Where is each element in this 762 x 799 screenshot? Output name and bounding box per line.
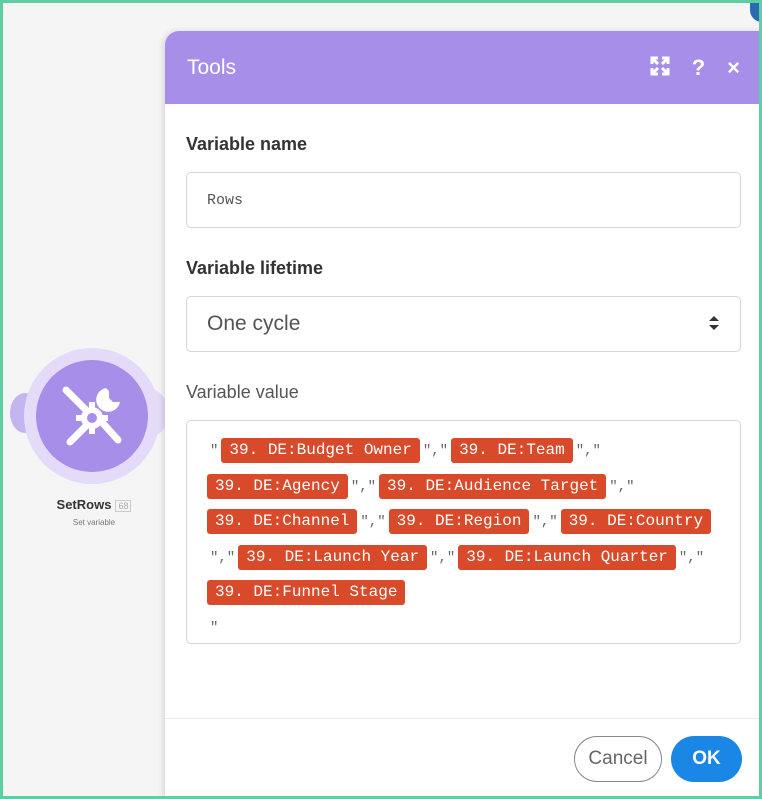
- select-arrows-icon: [708, 315, 720, 333]
- expand-icon[interactable]: [650, 56, 670, 80]
- value-separator: ",": [422, 443, 449, 459]
- module-name-text: SetRows: [56, 497, 112, 512]
- value-separator: ",": [430, 549, 456, 566]
- tools-icon: [62, 386, 122, 446]
- value-pill[interactable]: 39. DE:Funnel Stage: [207, 580, 406, 605]
- variable-lifetime-value: One cycle: [207, 312, 301, 335]
- ok-button[interactable]: OK: [671, 736, 742, 782]
- tools-dialog: Tools ? × Variable name Rows Variable li: [165, 31, 762, 799]
- value-separator: ",": [678, 549, 705, 566]
- canvas-edge-shape: [750, 0, 762, 22]
- dialog-header: Tools ? ×: [165, 31, 762, 104]
- value-separator: ",": [609, 478, 635, 495]
- value-separator: ",": [350, 478, 377, 495]
- module-id-badge: 68: [115, 499, 132, 512]
- value-separator: ",": [360, 514, 386, 530]
- value-pill[interactable]: 39. DE:Budget Owner: [221, 438, 420, 463]
- value-separator: ",": [532, 514, 558, 530]
- value-pill[interactable]: 39. DE:Country: [560, 509, 712, 534]
- variable-name-input[interactable]: Rows: [186, 172, 741, 228]
- value-close-quote: ": [210, 619, 219, 636]
- variable-lifetime-select[interactable]: One cycle: [186, 296, 741, 352]
- value-open-quote: ": [210, 443, 219, 459]
- dialog-title: Tools: [187, 55, 237, 79]
- header-actions: ? ×: [650, 31, 740, 104]
- close-icon[interactable]: ×: [727, 56, 740, 79]
- help-icon[interactable]: ?: [692, 56, 705, 79]
- dialog-body: Variable name Rows Variable lifetime One…: [165, 134, 762, 644]
- variable-value-editor[interactable]: " 39. DE:Budget Owner "," 39. DE:Team ","39.…: [186, 420, 741, 644]
- variable-name-label: Variable name: [186, 134, 308, 154]
- variable-name-value: Rows: [207, 191, 244, 209]
- dialog-footer: Cancel OK: [165, 718, 762, 799]
- value-pill[interactable]: 39. DE:Audience Target: [379, 473, 607, 499]
- value-pill[interactable]: 39. DE:Agency: [207, 473, 348, 499]
- value-separator: ",": [210, 549, 236, 566]
- cancel-button[interactable]: Cancel: [574, 736, 662, 782]
- value-pill[interactable]: 39. DE:Launch Year: [238, 544, 428, 570]
- value-pill[interactable]: 39. DE:Region: [388, 509, 530, 534]
- value-pill[interactable]: 39. DE:Launch Quarter: [458, 544, 676, 570]
- value-pill[interactable]: 39. DE:Team: [451, 438, 573, 463]
- module-subtitle: Set variable: [72, 518, 116, 527]
- variable-value-label: Variable value: [186, 382, 299, 402]
- module-setrows[interactable]: [36, 360, 148, 472]
- module-name: SetRows 68: [44, 497, 144, 512]
- value-separator: ",": [575, 443, 601, 459]
- variable-lifetime-label: Variable lifetime: [186, 258, 324, 278]
- value-pill[interactable]: 39. DE:Channel: [207, 509, 358, 534]
